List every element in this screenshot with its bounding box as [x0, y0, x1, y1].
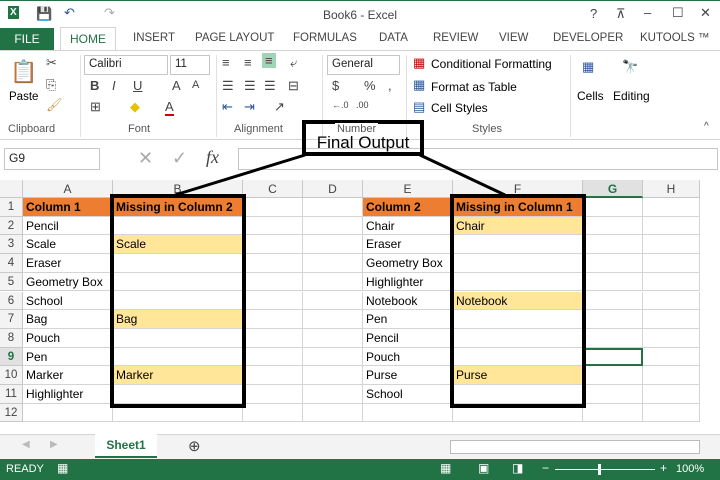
- callout-arrows: [174, 153, 506, 197]
- group-number: Number: [335, 123, 379, 135]
